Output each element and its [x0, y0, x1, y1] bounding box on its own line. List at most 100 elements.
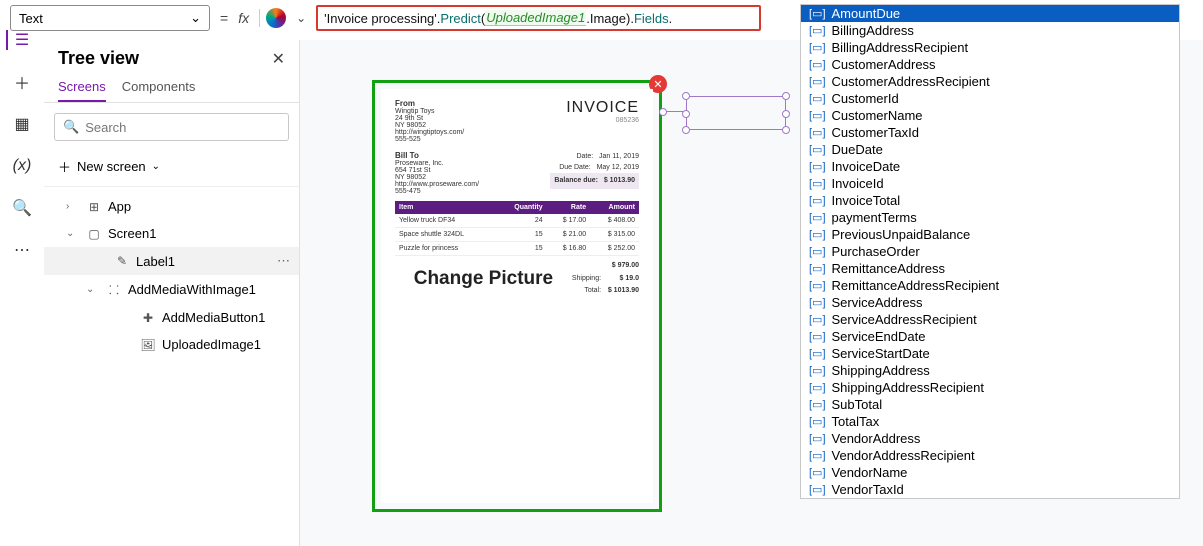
- intellisense-item-label: ShippingAddress: [832, 363, 930, 378]
- copilot-icon[interactable]: [266, 8, 286, 28]
- intellisense-item[interactable]: [▭]VendorName: [801, 464, 1179, 481]
- intellisense-item[interactable]: [▭]ServiceAddress: [801, 294, 1179, 311]
- property-name: Text: [19, 11, 43, 26]
- intellisense-item[interactable]: [▭]AmountDue: [801, 5, 1179, 22]
- tree-node-screen1[interactable]: ⌄ ▢ Screen1: [44, 220, 299, 247]
- intellisense-item[interactable]: [▭]VendorTaxId: [801, 481, 1179, 498]
- intellisense-item[interactable]: [▭]DueDate: [801, 141, 1179, 158]
- intellisense-item[interactable]: [▭]RemittanceAddressRecipient: [801, 277, 1179, 294]
- field-icon: [▭]: [809, 262, 826, 275]
- tab-screens[interactable]: Screens: [58, 79, 106, 102]
- intellisense-item[interactable]: [▭]ServiceAddressRecipient: [801, 311, 1179, 328]
- field-icon: [▭]: [809, 381, 826, 394]
- intellisense-item[interactable]: [▭] PreviousUnpaidBalance: [801, 226, 1179, 243]
- intellisense-item[interactable]: [▭]CustomerName: [801, 107, 1179, 124]
- intellisense-item[interactable]: [▭]ShippingAddressRecipient: [801, 379, 1179, 396]
- collapse-icon[interactable]: ⌄: [86, 284, 100, 295]
- inv-total-value: $ 1013.90: [603, 285, 639, 298]
- tree-view-rail-icon[interactable]: ☰: [6, 30, 26, 50]
- intellisense-item[interactable]: [▭]SubTotal: [801, 396, 1179, 413]
- tree-label: Label1: [136, 254, 175, 269]
- insert-rail-icon[interactable]: ＋: [12, 72, 32, 92]
- intellisense-item-label: CustomerName: [832, 108, 923, 123]
- intellisense-item-label: DueDate: [832, 142, 883, 157]
- label-icon: ✎: [114, 254, 130, 268]
- field-icon: [▭]: [809, 160, 826, 173]
- intellisense-item-label: BillingAddress: [832, 23, 914, 38]
- intellisense-item[interactable]: [▭]InvoiceTotal: [801, 192, 1179, 209]
- tree-node-addmediabutton[interactable]: ✚ AddMediaButton1: [44, 304, 299, 331]
- inv-title: INVOICE: [566, 99, 639, 117]
- tree-node-addmedia[interactable]: ⌄ ⸬ AddMediaWithImage1: [44, 275, 299, 304]
- equals-sign: =: [216, 10, 232, 26]
- resize-handle[interactable]: [682, 92, 690, 100]
- intellisense-item[interactable]: [▭]CustomerId: [801, 90, 1179, 107]
- intellisense-item[interactable]: [▭]ServiceStartDate: [801, 345, 1179, 362]
- data-rail-icon[interactable]: ▦: [12, 114, 32, 134]
- inv-lineitems-table: Item Quantity Rate Amount Yellow truck D…: [395, 201, 639, 256]
- field-icon: [▭]: [809, 398, 826, 411]
- inv-billto-line: http://www.proseware.com/: [395, 181, 479, 188]
- tree-search[interactable]: 🔍 Search: [54, 113, 289, 141]
- resize-handle[interactable]: [682, 110, 690, 118]
- intellisense-item[interactable]: [▭]InvoiceId: [801, 175, 1179, 192]
- intellisense-item-label: PreviousUnpaidBalance: [832, 227, 971, 242]
- intellisense-item[interactable]: [▭]ServiceEndDate: [801, 328, 1179, 345]
- intellisense-item[interactable]: [▭]RemittanceAddress: [801, 260, 1179, 277]
- tree-node-app[interactable]: › ⊞ App: [44, 193, 299, 220]
- tree-label: AddMediaButton1: [162, 310, 265, 325]
- field-icon: [▭]: [809, 194, 826, 207]
- intellisense-item[interactable]: [▭]CustomerAddressRecipient: [801, 73, 1179, 90]
- intellisense-item-label: ServiceAddressRecipient: [832, 312, 977, 327]
- selected-label-control[interactable]: [686, 96, 786, 130]
- intellisense-item[interactable]: [▭]VendorAddress: [801, 430, 1179, 447]
- variables-rail-icon[interactable]: (x): [12, 156, 32, 176]
- resize-handle[interactable]: [782, 110, 790, 118]
- search-icon: 🔍: [63, 119, 79, 135]
- resize-handle[interactable]: [782, 92, 790, 100]
- intellisense-item[interactable]: [▭]paymentTerms: [801, 209, 1179, 226]
- chevron-down-icon[interactable]: ⌄: [292, 11, 310, 25]
- intellisense-item[interactable]: [▭]VendorAddressRecipient: [801, 447, 1179, 464]
- inv-billto-line: Proseware, Inc.: [395, 160, 479, 167]
- intellisense-item[interactable]: [▭]BillingAddress: [801, 22, 1179, 39]
- more-rail-icon[interactable]: ⋯: [12, 240, 32, 260]
- intellisense-item[interactable]: [▭]BillingAddressRecipient: [801, 39, 1179, 56]
- intellisense-item[interactable]: [▭]TotalTax: [801, 413, 1179, 430]
- tab-components[interactable]: Components: [122, 79, 196, 102]
- inv-shipping-label: Shipping:: [572, 275, 601, 282]
- intellisense-item[interactable]: [▭]CustomerAddress: [801, 56, 1179, 73]
- intellisense-item[interactable]: [▭]InvoiceDate: [801, 158, 1179, 175]
- uploaded-image-control[interactable]: ✕ From Wingtip Toys 24 9th St NY 98052 h…: [372, 80, 662, 512]
- intellisense-item[interactable]: [▭]ShippingAddress: [801, 362, 1179, 379]
- table-header: Quantity: [496, 201, 546, 214]
- intellisense-item-label: InvoiceId: [832, 176, 884, 191]
- property-selector[interactable]: Text ⌄: [10, 5, 210, 31]
- tree-node-label1[interactable]: ✎ Label1 ⋯: [44, 247, 299, 275]
- new-screen-button[interactable]: ＋ New screen ⌄: [44, 151, 299, 187]
- resize-handle[interactable]: [682, 126, 690, 134]
- new-screen-label: New screen: [77, 159, 146, 174]
- inv-billto-line: 555-475: [395, 188, 479, 195]
- tree-node-uploadedimage[interactable]: 🖼 UploadedImage1: [44, 331, 299, 358]
- expand-icon[interactable]: ›: [66, 201, 80, 212]
- inv-from-line: 555-525: [395, 136, 464, 143]
- change-picture-overlay[interactable]: Change Picture: [395, 268, 572, 298]
- collapse-icon[interactable]: ⌄: [66, 228, 80, 239]
- intellisense-item-label: CustomerAddressRecipient: [832, 74, 990, 89]
- connection-line: [665, 111, 683, 112]
- search-rail-icon[interactable]: 🔍: [12, 198, 32, 218]
- intellisense-dropdown[interactable]: [▭]AmountDue[▭]BillingAddress[▭]BillingA…: [800, 4, 1180, 499]
- table-row: Puzzle for princess15$ 16.80$ 252.00: [395, 242, 639, 256]
- resize-handle[interactable]: [782, 126, 790, 134]
- field-icon: [▭]: [809, 228, 826, 241]
- tree-tabs: Screens Components: [44, 73, 299, 103]
- intellisense-item[interactable]: [▭]CustomerTaxId: [801, 124, 1179, 141]
- formula-input[interactable]: 'Invoice processing'.Predict(UploadedIma…: [316, 5, 761, 31]
- intellisense-item[interactable]: [▭]PurchaseOrder: [801, 243, 1179, 260]
- more-icon[interactable]: ⋯: [277, 253, 291, 269]
- inv-from-line: 24 9th St: [395, 115, 464, 122]
- chevron-down-icon: ⌄: [190, 10, 201, 26]
- formula-token: Fields: [634, 11, 669, 26]
- close-icon[interactable]: ✕: [272, 49, 285, 69]
